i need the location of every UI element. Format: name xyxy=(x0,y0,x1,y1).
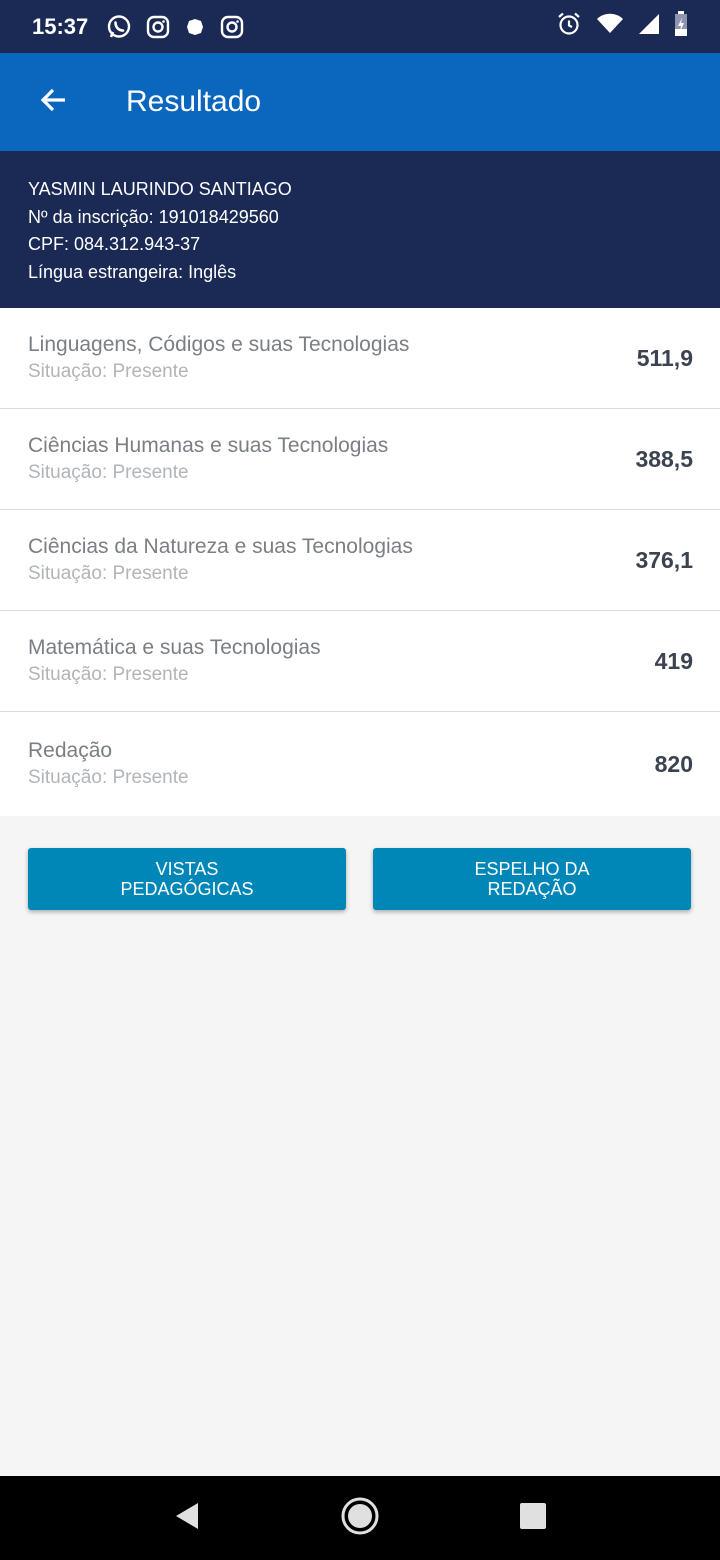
page-title: Resultado xyxy=(126,85,262,118)
result-status: Situação: Presente xyxy=(28,462,189,483)
result-status: Situação: Presente xyxy=(28,664,189,685)
notification-icons xyxy=(106,14,244,40)
result-status: Situação: Presente xyxy=(28,767,189,788)
result-area: Ciências Humanas e suas Tecnologias xyxy=(28,434,389,457)
result-score: 511,9 xyxy=(636,344,693,371)
result-area: Redação xyxy=(28,739,113,762)
back-button[interactable] xyxy=(0,53,110,151)
result-row: Ciências Humanas e suas Tecnologias Situ… xyxy=(0,409,720,510)
vistas-pedagogicas-label: VISTAS PEDAGÓGICAS xyxy=(120,859,254,899)
result-score: 388,5 xyxy=(635,445,693,472)
result-score: 820 xyxy=(654,750,693,777)
arrow-left-icon xyxy=(40,86,68,119)
result-row: Ciências da Natureza e suas Tecnologias … xyxy=(0,510,720,611)
registration-number: Nº da inscrição: 191018429560 xyxy=(28,206,279,227)
nav-recents-button[interactable] xyxy=(503,1488,563,1548)
recents-square-icon xyxy=(519,1502,547,1535)
espelho-redacao-button[interactable]: ESPELHO DA REDAÇÃO xyxy=(373,848,691,910)
result-score: 376,1 xyxy=(635,546,693,573)
alarm-icon xyxy=(556,11,582,42)
vistas-pedagogicas-button[interactable]: VISTAS PEDAGÓGICAS xyxy=(28,848,346,910)
nav-back-button[interactable] xyxy=(157,1488,217,1548)
foreign-language: Língua estrangeira: Inglês xyxy=(28,261,237,282)
results-list: Linguagens, Códigos e suas Tecnologias S… xyxy=(0,308,720,816)
result-status: Situação: Presente xyxy=(28,563,189,584)
instagram-icon xyxy=(220,15,244,39)
notification-dot-icon xyxy=(184,16,206,38)
nav-home-button[interactable] xyxy=(330,1488,390,1548)
system-icons xyxy=(556,11,688,42)
home-circle-icon xyxy=(340,1496,380,1541)
result-area: Ciências da Natureza e suas Tecnologias xyxy=(28,535,413,558)
wifi-icon xyxy=(596,12,624,41)
instagram-icon xyxy=(146,15,170,39)
result-area: Linguagens, Códigos e suas Tecnologias xyxy=(28,333,410,356)
result-row: Linguagens, Códigos e suas Tecnologias S… xyxy=(0,308,720,409)
battery-charging-icon xyxy=(674,11,688,42)
espelho-redacao-label: ESPELHO DA REDAÇÃO xyxy=(474,859,590,899)
result-status: Situação: Presente xyxy=(28,361,189,382)
cpf-number: CPF: 084.312.943-37 xyxy=(28,234,201,254)
candidate-info: YASMIN LAURINDO SANTIAGO Nº da inscrição… xyxy=(0,151,720,308)
app-bar: Resultado xyxy=(0,53,720,151)
status-time: 15:37 xyxy=(32,13,89,39)
cell-signal-icon xyxy=(638,13,660,40)
whatsapp-icon xyxy=(106,14,132,40)
action-buttons: VISTAS PEDAGÓGICAS ESPELHO DA REDAÇÃO xyxy=(28,848,691,910)
result-score: 419 xyxy=(654,647,693,674)
result-area: Matemática e suas Tecnologias xyxy=(28,636,321,659)
navigation-bar xyxy=(0,1476,720,1560)
back-triangle-icon xyxy=(173,1501,201,1536)
result-row: Redação Situação: Presente 820 xyxy=(0,712,720,816)
status-bar: 15:37 xyxy=(0,0,720,53)
candidate-name: YASMIN LAURINDO SANTIAGO xyxy=(28,179,292,199)
result-row: Matemática e suas Tecnologias Situação: … xyxy=(0,611,720,712)
